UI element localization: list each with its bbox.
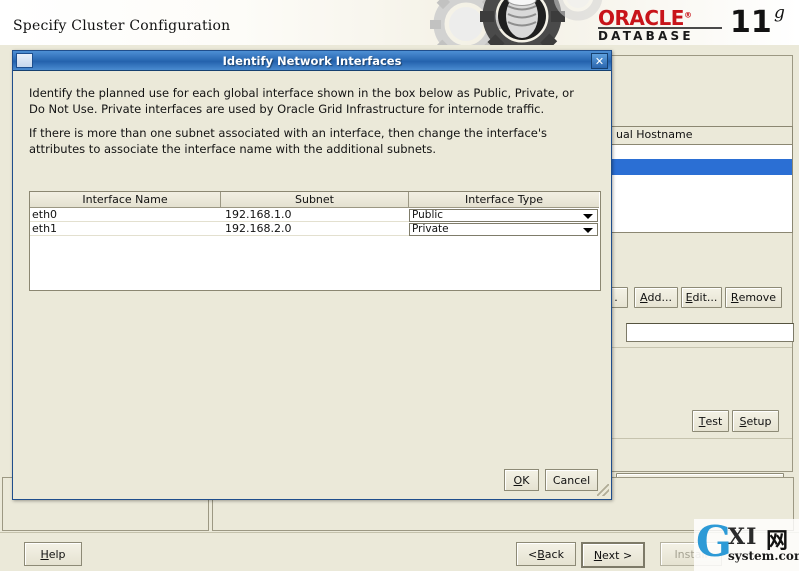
cancel-button[interactable]: Cancel [545, 469, 598, 491]
column-header-interface-type: Interface Type [409, 192, 599, 208]
chevron-down-icon[interactable] [583, 213, 593, 219]
dialog-description-paragraph-2: If there is more than one subnet associa… [29, 126, 547, 156]
interfaces-table-header: Interface Name Subnet Interface Type [30, 192, 600, 208]
scan-name-field[interactable] [626, 323, 794, 342]
dialog-body: Identify the planned use for each global… [13, 71, 611, 498]
cell-interface-name: eth0 [30, 208, 221, 222]
cell-interface-name: eth1 [30, 222, 221, 236]
dialog-titlebar[interactable]: Identify Network Interfaces ✕ [13, 51, 611, 71]
back-button[interactable]: < Back [516, 542, 576, 566]
gears-database-graphic [430, 0, 603, 45]
oracle-logo: ORACLE® DATABASE 11 g [598, 3, 788, 43]
interface-type-value: Private [412, 223, 449, 235]
oracle-version-number: 11 [730, 5, 772, 40]
ok-button[interactable]: OK [504, 469, 539, 491]
window-system-icon[interactable] [16, 53, 33, 68]
page-title: Specify Cluster Configuration [13, 18, 231, 34]
column-header-subnet: Subnet [221, 192, 409, 208]
next-button[interactable]: Next > [581, 542, 645, 568]
oracle-trademark: ® [683, 10, 692, 20]
watermark-letter-g: G [696, 519, 732, 566]
interface-type-dropdown[interactable]: Public [409, 208, 598, 222]
cell-subnet: 192.168.1.0 [221, 208, 409, 222]
identify-network-interfaces-dialog: Identify Network Interfaces ✕ Identify t… [12, 50, 612, 500]
add-button[interactable]: Add... [634, 287, 678, 308]
cell-interface-type: Public [409, 208, 599, 222]
oracle-installer-banner: Specify Cluster Configuration ORACLE® DA… [0, 0, 799, 46]
panel-divider [612, 347, 792, 348]
bottom-separator [0, 532, 799, 533]
watermark-domain: system.com [728, 549, 799, 563]
test-button[interactable]: Test [692, 410, 729, 432]
dialog-title: Identify Network Interfaces [222, 53, 402, 68]
interfaces-table[interactable]: Interface Name Subnet Interface Type eth… [29, 191, 601, 291]
edit-button[interactable]: Edit... [681, 287, 722, 308]
table-row[interactable]: eth1 192.168.2.0 Private [30, 222, 600, 236]
cell-interface-type: Private [409, 222, 599, 236]
watermark-xi: XI [728, 524, 758, 550]
help-button[interactable]: Help [24, 542, 82, 566]
oracle-version-suffix: g [774, 3, 785, 23]
oracle-product-text: DATABASE [598, 29, 694, 43]
cell-subnet: 192.168.2.0 [221, 222, 409, 236]
dialog-description-paragraph-1: Identify the planned use for each global… [29, 86, 574, 116]
table-row[interactable]: eth0 192.168.1.0 Public [30, 208, 600, 222]
column-header-interface-name: Interface Name [30, 192, 221, 208]
chevron-down-icon[interactable] [583, 227, 593, 233]
remove-button[interactable]: Remove [725, 287, 782, 308]
column-header-virtual-hostname: ual Hostname [616, 128, 693, 141]
close-icon[interactable]: ✕ [591, 53, 608, 69]
panel-divider-2 [612, 438, 792, 439]
resize-grip[interactable] [597, 484, 609, 496]
watermark: G XI 网 system.com [694, 519, 799, 571]
interface-type-value: Public [412, 209, 444, 221]
setup-button[interactable]: Setup [732, 410, 779, 432]
application-window: Specify Cluster Configuration ORACLE® DA… [0, 0, 799, 571]
interface-type-dropdown[interactable]: Private [409, 222, 598, 236]
